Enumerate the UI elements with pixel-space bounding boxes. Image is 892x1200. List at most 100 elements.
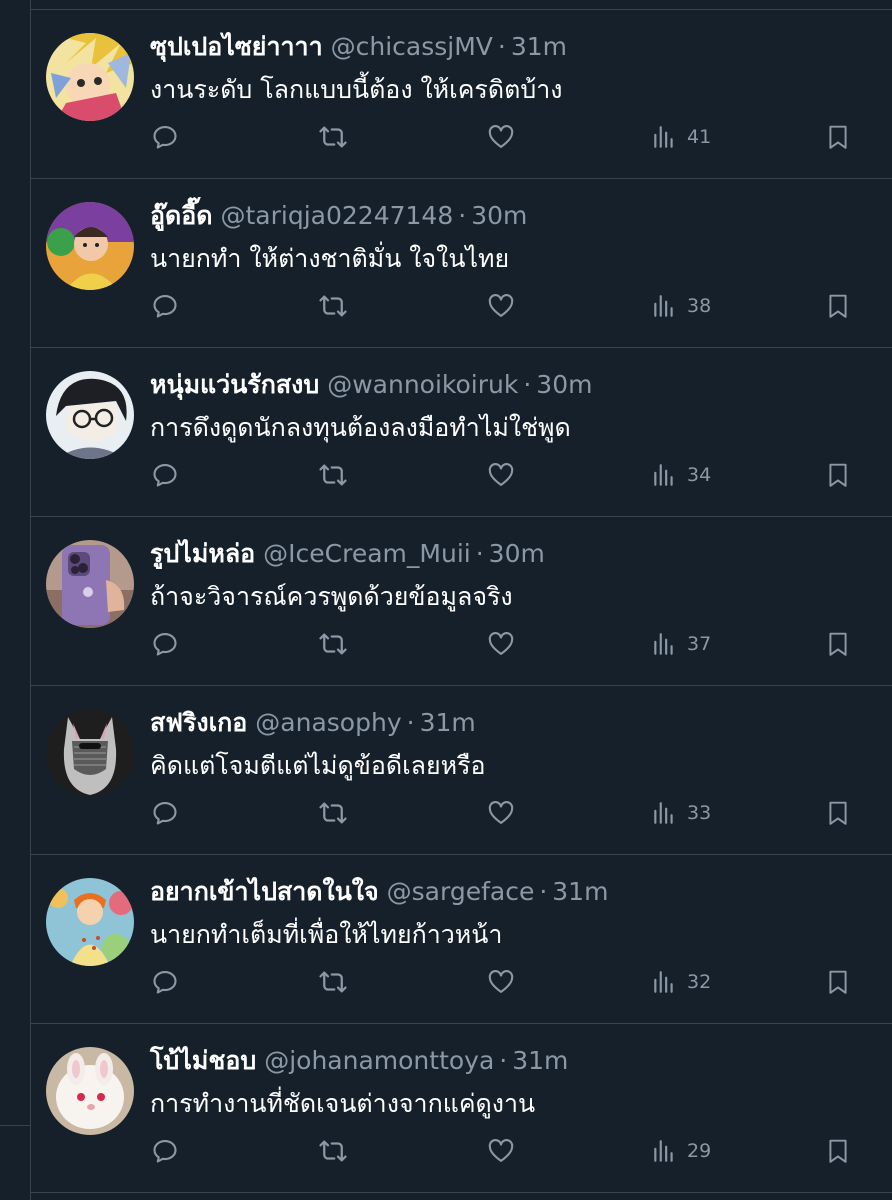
views-button[interactable]: 29	[651, 1134, 761, 1168]
tweet-text: นายกทำเต็มที่เพื่อให้ไทยก้าวหน้า	[150, 920, 503, 949]
reply-button[interactable]	[148, 289, 182, 323]
separator-dot: ·	[539, 877, 548, 906]
display-name[interactable]: อู๊ดอี๊ด	[150, 201, 213, 230]
like-button[interactable]	[484, 120, 518, 154]
display-name[interactable]: ซุปเปอไซย่าาาา	[150, 32, 323, 61]
tweet-text: นายกทำ ให้ต่างชาติมั่น ใจในไทย	[150, 244, 510, 273]
tweet-item[interactable]: รูปไม่หล่อ @IceCream_Muii · 30m ถ้าจะวิจารณ…	[31, 517, 892, 686]
user-handle[interactable]: @wannoikoiruk	[327, 370, 518, 399]
views-button[interactable]: 37	[651, 627, 761, 661]
tweet-header: สฟริงเกอ @anasophy · 31m	[150, 706, 476, 740]
avatar[interactable]	[46, 371, 134, 459]
user-handle[interactable]: @tariqja02247148	[221, 201, 454, 230]
tweet-header: โบ้ไม่ชอบ @johanamonttoya · 31m	[150, 1044, 568, 1078]
avatar[interactable]	[46, 878, 134, 966]
like-button[interactable]	[484, 627, 518, 661]
like-icon	[488, 294, 514, 317]
retweet-icon	[319, 802, 347, 824]
tweet-item[interactable]: อยากเข้าไปสาดในใจ @sargeface · 31m นายกทำเต…	[31, 855, 892, 1024]
timestamp[interactable]: 31m	[512, 1046, 568, 1075]
views-icon	[654, 802, 673, 824]
display-name[interactable]: รูปไม่หล่อ	[150, 539, 255, 568]
views-button[interactable]: 32	[651, 965, 761, 999]
tweet-item[interactable]: สฟริงเกอ @anasophy · 31m คิดแต่โจมตีแต่ไม่ด…	[31, 686, 892, 855]
bookmark-button[interactable]	[821, 458, 855, 492]
timestamp[interactable]: 31m	[552, 877, 608, 906]
avatar[interactable]	[46, 33, 134, 121]
views-button[interactable]: 33	[651, 796, 761, 830]
like-button[interactable]	[484, 965, 518, 999]
tweet-header: อยากเข้าไปสาดในใจ @sargeface · 31m	[150, 875, 608, 909]
tweet-item[interactable]: อู๊ดอี๊ด @tariqja02247148 · 30m นายกทำ ให้ต…	[31, 179, 892, 348]
retweet-button[interactable]	[316, 965, 350, 999]
views-icon	[654, 464, 673, 486]
reply-button[interactable]	[148, 1134, 182, 1168]
reply-feed[interactable]: ซุปเปอไซย่าาาา @chicassjMV · 31m งานระดับ โ…	[31, 0, 892, 1200]
display-name[interactable]: สฟริงเกอ	[150, 708, 247, 737]
like-button[interactable]	[484, 458, 518, 492]
user-handle[interactable]: @sargeface	[387, 877, 535, 906]
display-name[interactable]: โบ้ไม่ชอบ	[150, 1046, 256, 1075]
separator-dot: ·	[475, 539, 484, 568]
tweet-item[interactable]: ซุปเปอไซย่าาาา @chicassjMV · 31m งานระดับ โ…	[31, 10, 892, 179]
user-handle[interactable]: @IceCream_Muii	[263, 539, 471, 568]
user-handle[interactable]: @johanamonttoya	[264, 1046, 494, 1075]
views-icon	[654, 1140, 673, 1162]
timestamp[interactable]: 30m	[489, 539, 545, 568]
bookmark-button[interactable]	[821, 289, 855, 323]
display-name[interactable]: หนุ่มแว่นรักสงบ	[150, 370, 319, 399]
like-button[interactable]	[484, 1134, 518, 1168]
user-handle[interactable]: @anasophy	[255, 708, 401, 737]
retweet-button[interactable]	[316, 1134, 350, 1168]
retweet-button[interactable]	[316, 289, 350, 323]
timestamp[interactable]: 31m	[511, 32, 567, 61]
bookmark-button[interactable]	[821, 120, 855, 154]
retweet-button[interactable]	[316, 796, 350, 830]
bookmark-button[interactable]	[821, 965, 855, 999]
retweet-icon	[319, 295, 347, 317]
bookmark-button[interactable]	[821, 627, 855, 661]
tweet-text: งานระดับ โลกแบบนี้ต้อง ให้เครดิตบ้าง	[150, 75, 563, 104]
gutter-divider	[0, 1125, 30, 1126]
like-icon	[488, 970, 514, 993]
bookmark-button[interactable]	[821, 1134, 855, 1168]
like-button[interactable]	[484, 289, 518, 323]
views-button[interactable]: 38	[651, 289, 761, 323]
display-name[interactable]: อยากเข้าไปสาดในใจ	[150, 877, 379, 906]
retweet-button[interactable]	[316, 627, 350, 661]
tweet-header: อู๊ดอี๊ด @tariqja02247148 · 30m	[150, 199, 527, 233]
timestamp[interactable]: 31m	[420, 708, 476, 737]
retweet-icon	[319, 633, 347, 655]
views-button[interactable]: 41	[651, 120, 761, 154]
tweet-item[interactable]: โบ้ไม่ชอบ @johanamonttoya · 31m การทำงานที่…	[31, 1024, 892, 1193]
views-button[interactable]: 34	[651, 458, 761, 492]
tweet-text: คิดแต่โจมตีแต่ไม่ดูข้อดีเลยหรือ	[150, 751, 486, 780]
avatar[interactable]	[46, 540, 134, 628]
reply-icon	[153, 126, 177, 149]
reply-button[interactable]	[148, 796, 182, 830]
views-count: 34	[687, 464, 712, 486]
timestamp[interactable]: 30m	[536, 370, 592, 399]
bookmark-button[interactable]	[821, 796, 855, 830]
bookmark-icon	[829, 970, 847, 994]
tweet-item[interactable]: หนุ่มแว่นรักสงบ @wannoikoiruk · 30m การดึงด…	[31, 348, 892, 517]
like-icon	[488, 1139, 514, 1162]
views-icon	[654, 126, 673, 148]
like-button[interactable]	[484, 796, 518, 830]
reply-button[interactable]	[148, 120, 182, 154]
views-count: 32	[687, 971, 712, 993]
retweet-button[interactable]	[316, 120, 350, 154]
reply-button[interactable]	[148, 965, 182, 999]
avatar[interactable]	[46, 709, 134, 797]
separator-dot: ·	[499, 1046, 508, 1075]
timestamp[interactable]: 30m	[471, 201, 527, 230]
avatar[interactable]	[46, 202, 134, 290]
retweet-button[interactable]	[316, 458, 350, 492]
bookmark-icon	[829, 125, 847, 149]
reply-button[interactable]	[148, 627, 182, 661]
views-icon	[654, 633, 673, 655]
avatar[interactable]	[46, 1047, 134, 1135]
tweet-text: ถ้าจะวิจารณ์ควรพูดด้วยข้อมูลจริง	[150, 582, 513, 611]
reply-button[interactable]	[148, 458, 182, 492]
user-handle[interactable]: @chicassjMV	[331, 32, 493, 61]
